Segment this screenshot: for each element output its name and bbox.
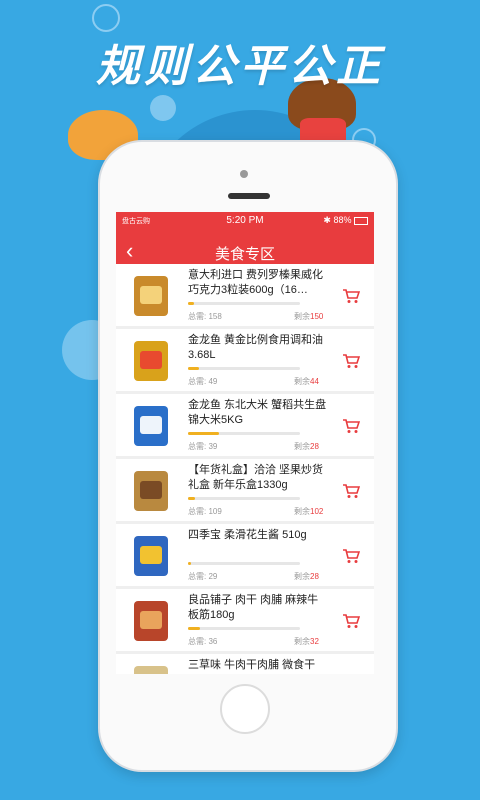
progress-fill	[188, 432, 220, 435]
product-item[interactable]: 良品铺子 肉干 肉脯 麻辣牛板筋180g 总需: 36 剩余32	[116, 589, 374, 651]
remaining-count: 剩余28	[294, 441, 319, 452]
total-prefix: 总需:	[188, 637, 209, 646]
product-item[interactable]: 金龙鱼 黄金比例食用调和油3.68L 总需: 49 剩余44	[116, 329, 374, 391]
cart-icon[interactable]	[342, 288, 361, 304]
remain-value: 44	[310, 377, 319, 386]
total-needed: 总需: 109	[188, 506, 222, 517]
product-image[interactable]	[126, 595, 176, 645]
product-name[interactable]: 良品铺子 肉干 肉脯 麻辣牛板筋180g	[188, 593, 328, 623]
remain-value: 28	[310, 442, 319, 451]
total-prefix: 总需:	[188, 572, 209, 581]
total-needed: 总需: 49	[188, 376, 217, 387]
total-value: 29	[208, 572, 218, 581]
product-name[interactable]: 四季宝 柔滑花生酱 510g	[188, 528, 328, 543]
total-prefix: 总需:	[188, 442, 209, 451]
remain-prefix: 剩余	[294, 637, 310, 646]
total-value: 158	[208, 312, 222, 321]
battery-indicator: ✱ 88%	[323, 215, 368, 226]
headline: 规则公平公正	[96, 41, 384, 92]
total-prefix: 总需:	[188, 377, 209, 386]
progress-bar	[188, 367, 300, 370]
product-name[interactable]: 金龙鱼 东北大米 蟹稻共生盘锦大米5KG	[188, 398, 328, 428]
product-image[interactable]	[126, 400, 176, 450]
progress-bar	[188, 497, 300, 500]
remain-prefix: 剩余	[294, 507, 310, 516]
progress-bar	[188, 302, 300, 305]
product-image[interactable]	[126, 270, 176, 320]
product-item[interactable]: 金龙鱼 东北大米 蟹稻共生盘锦大米5KG 总需: 39 剩余28	[116, 394, 374, 456]
progress-fill	[188, 562, 192, 565]
total-needed: 总需: 29	[188, 571, 217, 582]
remaining-count: 剩余32	[294, 636, 319, 647]
product-image[interactable]	[126, 335, 176, 385]
product-name[interactable]: 金龙鱼 黄金比例食用调和油3.68L	[188, 333, 328, 363]
battery-percent: 88%	[333, 215, 352, 225]
product-name[interactable]: 三草味 牛肉干肉脯 微食干	[188, 658, 328, 673]
progress-bar	[188, 562, 300, 565]
progress-fill	[188, 367, 200, 370]
remaining-count: 剩余150	[294, 311, 323, 322]
product-item[interactable]: 四季宝 柔滑花生酱 510g 总需: 29 剩余28	[116, 524, 374, 586]
remain-prefix: 剩余	[294, 442, 310, 451]
total-prefix: 总需:	[188, 507, 209, 516]
product-image[interactable]	[126, 660, 176, 674]
total-prefix: 总需:	[188, 312, 209, 321]
camera-icon	[240, 170, 248, 178]
cart-icon[interactable]	[342, 483, 361, 499]
total-needed: 总需: 39	[188, 441, 217, 452]
battery-icon	[354, 216, 368, 225]
bluetooth-icon: ✱	[323, 215, 331, 225]
remain-value: 150	[310, 312, 324, 321]
remain-prefix: 剩余	[294, 377, 310, 386]
total-value: 109	[208, 507, 222, 516]
remaining-count: 剩余102	[294, 506, 323, 517]
product-image[interactable]	[126, 530, 176, 580]
remain-value: 102	[310, 507, 324, 516]
phone-screen: 盘古云购 5:20 PM ✱ 88% ‹ 美食专区 意大利进口 费列罗榛果威化巧…	[116, 212, 374, 674]
page-title: 美食专区	[214, 246, 275, 263]
cart-icon[interactable]	[342, 613, 361, 629]
product-item[interactable]: 三草味 牛肉干肉脯 微食干总需: 剩余	[116, 654, 374, 674]
product-name[interactable]: 【年货礼盒】洽洽 坚果炒货礼盒 新年乐盒1330g	[188, 463, 328, 493]
total-needed: 总需: 36	[188, 636, 217, 647]
remaining-count: 剩余44	[294, 376, 319, 387]
product-item[interactable]: 意大利进口 费列罗榛果威化巧克力3粒装600g（16… 总需: 158 剩余150	[116, 264, 374, 326]
remaining-count: 剩余28	[294, 571, 319, 582]
total-value: 39	[208, 442, 218, 451]
bg-circle	[150, 95, 176, 121]
total-needed: 总需: 158	[188, 311, 222, 322]
product-name[interactable]: 意大利进口 费列罗榛果威化巧克力3粒装600g（16…	[188, 268, 328, 298]
total-value: 36	[208, 637, 218, 646]
progress-fill	[188, 302, 194, 305]
speaker-grille	[228, 193, 270, 199]
remain-value: 28	[310, 572, 319, 581]
product-item[interactable]: 【年货礼盒】洽洽 坚果炒货礼盒 新年乐盒1330g 总需: 109 剩余102	[116, 459, 374, 521]
cart-icon[interactable]	[342, 418, 361, 434]
home-button[interactable]	[220, 684, 270, 734]
cart-icon[interactable]	[342, 548, 361, 564]
progress-bar	[188, 627, 300, 630]
progress-fill	[188, 627, 201, 630]
product-list: 意大利进口 费列罗榛果威化巧克力3粒装600g（16… 总需: 158 剩余150 金…	[116, 264, 374, 674]
location-pin-icon	[92, 4, 120, 32]
progress-fill	[188, 497, 195, 500]
remain-value: 32	[310, 637, 319, 646]
progress-bar	[188, 432, 300, 435]
remain-prefix: 剩余	[294, 572, 310, 581]
product-image[interactable]	[126, 465, 176, 515]
total-value: 49	[208, 377, 218, 386]
status-bar: 盘古云购 5:20 PM ✱ 88%	[116, 212, 374, 230]
cart-icon[interactable]	[342, 353, 361, 369]
remain-prefix: 剩余	[294, 312, 310, 321]
